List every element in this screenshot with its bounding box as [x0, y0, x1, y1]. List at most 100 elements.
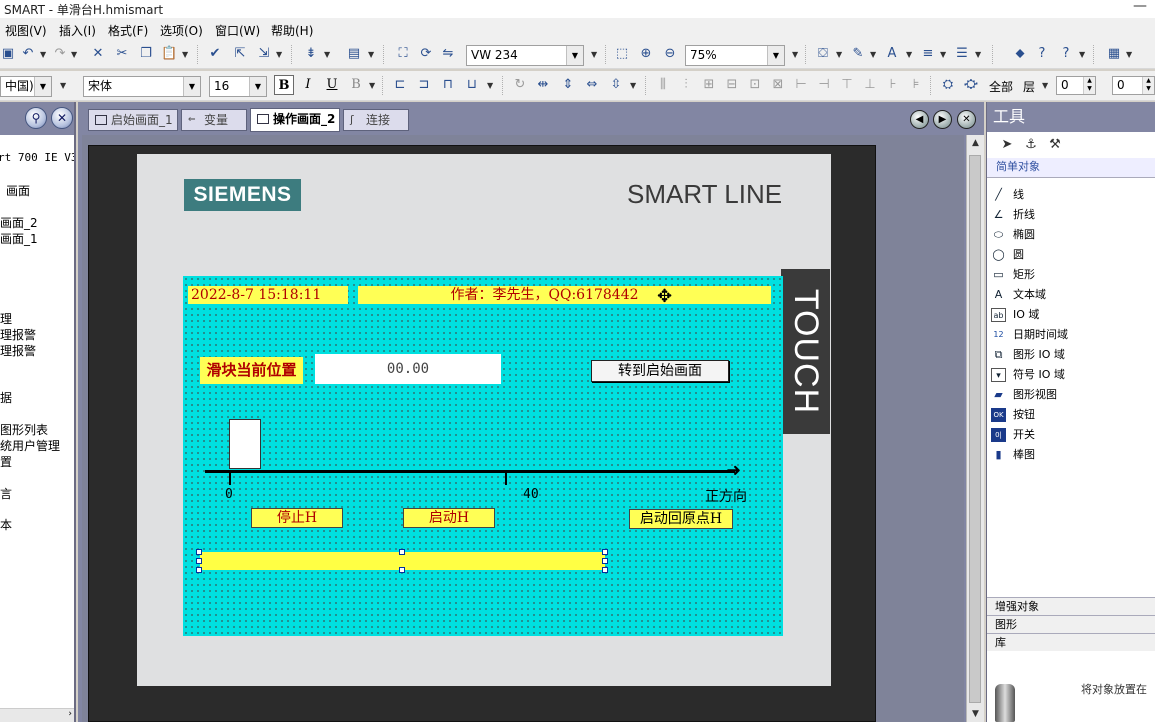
selection-handle[interactable]: [399, 549, 405, 555]
vertical-scrollbar[interactable]: ▲ ▼: [966, 135, 984, 722]
center-v-icon[interactable]: ⊢: [793, 77, 809, 93]
tree-item-data[interactable]: 据: [0, 389, 12, 406]
graphics-header[interactable]: 图形: [987, 615, 1155, 633]
tool-graphic-io-field[interactable]: ⧉ 图形 IO 域: [987, 345, 1155, 365]
font-color-icon[interactable]: A: [884, 46, 900, 62]
slider-block[interactable]: [229, 419, 261, 469]
transfer-icon[interactable]: ⇱: [232, 46, 248, 62]
tree-item-text[interactable]: 本: [0, 516, 12, 533]
bring-front-icon[interactable]: ⊥: [862, 77, 878, 93]
slider-position-io-field[interactable]: 00.00: [315, 354, 501, 384]
line-width-icon[interactable]: ☰: [954, 46, 970, 62]
menu-window[interactable]: 窗口(W): [215, 22, 260, 39]
slider-position-label[interactable]: 滑块当前位置: [200, 357, 303, 384]
selection-handle[interactable]: [196, 549, 202, 555]
tab-connections[interactable]: ʃ 连接: [343, 109, 409, 131]
cut-icon[interactable]: ✂: [114, 46, 130, 62]
flip-v-icon[interactable]: ⇕: [560, 77, 576, 93]
selection-handle[interactable]: [196, 558, 202, 564]
menu-format[interactable]: 格式(F): [108, 22, 148, 39]
zoom-in-icon[interactable]: ⊕: [638, 46, 654, 62]
help-icon[interactable]: ?: [1034, 46, 1050, 62]
tool-datetime-field[interactable]: 12 日期时间域: [987, 325, 1155, 345]
close-editor-icon[interactable]: ✕: [957, 110, 976, 129]
line-color-icon[interactable]: ✎: [850, 46, 866, 62]
refresh-icon[interactable]: ⟳: [418, 46, 434, 62]
start-homing-button[interactable]: 启动回原点H: [629, 509, 733, 529]
center-h-icon[interactable]: ⊠: [770, 77, 786, 93]
mirror-v-icon[interactable]: ⇳: [608, 77, 624, 93]
same-height-icon[interactable]: ⊟: [724, 77, 740, 93]
send-back-icon[interactable]: ⊦: [885, 77, 901, 93]
tab-prev-icon[interactable]: ◀: [910, 110, 929, 129]
flip-h-icon[interactable]: ⇹: [535, 77, 551, 93]
same-size-icon[interactable]: ⊡: [747, 77, 763, 93]
tree-item-device[interactable]: rt 700 IE V3): [0, 151, 74, 164]
tree-item-user-admin[interactable]: 统用户管理: [0, 437, 60, 454]
font-combo[interactable]: 宋体 ▼: [83, 76, 201, 97]
line-style-icon[interactable]: ≡: [920, 46, 936, 62]
tree-item-alarm-1[interactable]: 理报警: [0, 326, 36, 343]
underline-button[interactable]: U: [322, 75, 342, 95]
layer-icon[interactable]: ⛭: [940, 77, 956, 93]
tool-circle[interactable]: ◯ 圆: [987, 245, 1155, 265]
horizontal-scrollbar[interactable]: ›: [0, 708, 74, 722]
zoom-area-icon[interactable]: ⬚: [614, 46, 630, 62]
distribute-v-icon[interactable]: ⫶: [678, 77, 694, 93]
datetime-field[interactable]: 2022-8-7 15:18:11: [188, 286, 348, 304]
tool-symbolic-io-field[interactable]: ▾ 符号 IO 域: [987, 365, 1155, 385]
object-icon[interactable]: ⬥: [1012, 46, 1028, 62]
redo-icon[interactable]: ↷: [52, 46, 68, 62]
library-area[interactable]: 将对象放置在: [987, 669, 1155, 722]
scroll-thumb[interactable]: [969, 155, 981, 703]
fill-color-icon[interactable]: ⛋: [815, 46, 831, 62]
tree-item-language[interactable]: 言: [0, 485, 12, 502]
enhanced-objects-header[interactable]: 增强对象: [987, 597, 1155, 615]
pin-icon[interactable]: ⚲: [25, 107, 47, 129]
tree-item-screens[interactable]: 画面: [6, 182, 30, 199]
menu-insert[interactable]: 插入(I): [59, 22, 96, 39]
anchor-icon[interactable]: ⚓: [1023, 137, 1039, 153]
selection-handle[interactable]: [399, 567, 405, 573]
selection-handle[interactable]: [196, 567, 202, 573]
tool-graphic-view[interactable]: ▰ 图形视图: [987, 385, 1155, 405]
tree-item-management[interactable]: 理: [0, 310, 12, 327]
italic-button[interactable]: I: [298, 75, 318, 95]
stop-button[interactable]: 停止H: [251, 508, 343, 528]
align-center-icon[interactable]: ⊐: [416, 77, 432, 93]
find-icon[interactable]: ⛶: [395, 46, 411, 62]
tools-icon[interactable]: ⚒: [1047, 137, 1063, 153]
layer-spinner-1[interactable]: 0 ▲ ▼: [1056, 76, 1096, 95]
tool-text-field[interactable]: A 文本域: [987, 285, 1155, 305]
strikethrough-button[interactable]: B: [346, 75, 366, 95]
delete-icon[interactable]: ✕: [90, 46, 106, 62]
selection-handle[interactable]: [602, 567, 608, 573]
screen-icon[interactable]: ▤: [346, 46, 362, 62]
minimize-button[interactable]: —: [1133, 0, 1147, 14]
align-top-icon[interactable]: ⊓: [440, 77, 456, 93]
selection-handle[interactable]: [602, 549, 608, 555]
close-icon[interactable]: ✕: [51, 107, 73, 129]
tree-item-alarm-2[interactable]: 理报警: [0, 342, 36, 359]
tool-rectangle[interactable]: ▭ 矩形: [987, 265, 1155, 285]
tab-start-screen[interactable]: 启始画面_1: [88, 109, 178, 131]
tool-bar[interactable]: ▮ 棒图: [987, 445, 1155, 465]
design-canvas[interactable]: SIEMENS SMART LINE TOUCH 2022-8-7 15:18:…: [82, 135, 964, 722]
zoom-combo[interactable]: 75% ▼: [685, 45, 785, 66]
tree-item-screen-1[interactable]: 画面_1: [0, 230, 38, 247]
align-bottom-icon[interactable]: ⊔: [464, 77, 480, 93]
menu-help[interactable]: 帮助(H): [271, 22, 313, 39]
start-button[interactable]: 启动H: [403, 508, 495, 528]
library-header[interactable]: 库: [987, 633, 1155, 651]
copy-icon[interactable]: ❐: [138, 46, 154, 62]
selection-handle[interactable]: [602, 558, 608, 564]
goto-start-screen-button[interactable]: 转到启始画面: [591, 360, 729, 382]
same-width-icon[interactable]: ⊞: [701, 77, 717, 93]
menu-options[interactable]: 选项(O): [160, 22, 203, 39]
tool-switch[interactable]: 0| 开关: [987, 425, 1155, 445]
scroll-up-icon[interactable]: ▲: [967, 135, 984, 151]
undo-icon[interactable]: ↶: [20, 46, 36, 62]
pointer-icon[interactable]: ➤: [999, 137, 1015, 153]
tree-item-graphic-lists[interactable]: 图形列表: [0, 421, 48, 438]
tree-item-screen-2[interactable]: 画面_2: [0, 214, 38, 231]
